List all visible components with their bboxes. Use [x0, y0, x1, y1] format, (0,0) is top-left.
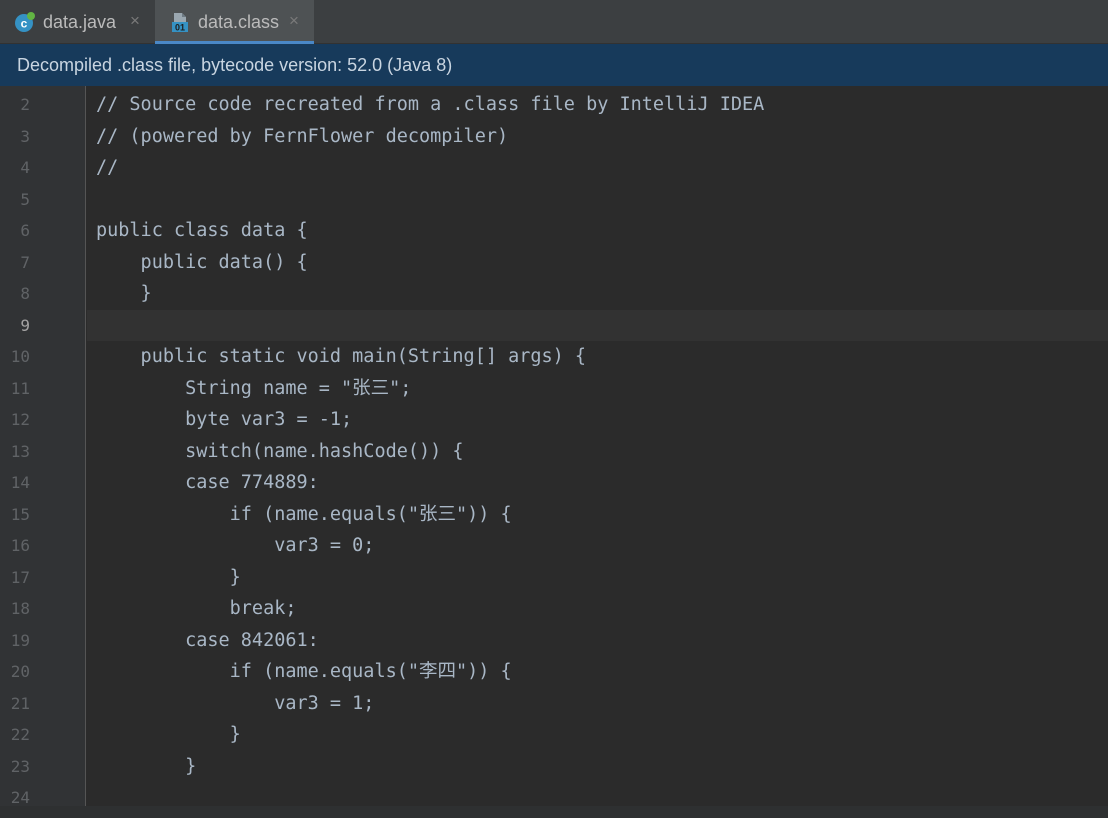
code-text: } [96, 724, 241, 745]
svg-text:c: c [21, 17, 28, 31]
code-text: byte var3 = -1; [96, 409, 353, 430]
line-number: 21 [10, 693, 30, 713]
line-number: 10 [10, 347, 30, 366]
line-number: 9 [20, 315, 30, 335]
code-text: break; [96, 598, 297, 619]
code-line[interactable]: var3 = 1; [87, 688, 1108, 720]
java-class-icon: c [14, 11, 36, 33]
code-text: if (name.equals("李四")) { [96, 661, 512, 682]
line-number: 14 [10, 473, 30, 492]
code-editor[interactable]: // Source code recreated from a .class f… [87, 86, 1108, 818]
class-file-icon: 01 [169, 11, 191, 33]
close-icon[interactable]: × [130, 12, 140, 30]
horizontal-scrollbar[interactable] [0, 806, 1108, 818]
code-line[interactable]: // (powered by FernFlower decompiler) [87, 121, 1108, 153]
code-line[interactable]: switch(name.hashCode()) { [87, 436, 1108, 468]
line-number: 12 [10, 410, 30, 429]
line-number: 22 [10, 725, 30, 744]
line-number: 2 [20, 95, 30, 114]
code-line[interactable]: var3 = 0; [87, 530, 1108, 562]
code-line[interactable]: byte var3 = -1; [87, 404, 1108, 436]
code-line[interactable]: } [87, 278, 1108, 310]
code-line[interactable]: if (name.equals("李四")) { [87, 656, 1108, 688]
code-text: String name = "张三"; [96, 377, 412, 399]
line-number: 13 [10, 441, 30, 461]
tab-label: data.java [43, 11, 117, 32]
code-text: if (name.equals("张三")) { [96, 503, 512, 525]
code-line[interactable]: if (name.equals("张三")) { [87, 499, 1108, 531]
code-text: case 842061: [96, 629, 319, 651]
line-number: 6 [20, 221, 30, 240]
code-text: } [96, 755, 197, 777]
code-line[interactable]: public data() { [87, 247, 1108, 279]
code-line[interactable]: } [87, 719, 1108, 751]
code-text: public class data { [96, 220, 308, 241]
line-number: 5 [20, 189, 30, 209]
line-number-gutter: 2 3 4 5 6 7 8 9 10 11 12 13 14 15 16 17 18 19 20 21 22 23 24 [0, 86, 86, 818]
line-number: 7 [20, 252, 30, 272]
code-text: var3 = 1; [96, 692, 375, 714]
line-number: 20 [10, 662, 30, 681]
code-line[interactable]: public class data { [87, 215, 1108, 247]
editor-tab-bar: c data.java × 01 data.class × [0, 0, 1108, 44]
code-line[interactable]: public static void main(String[] args) { [87, 341, 1108, 373]
decompiled-banner: Decompiled .class file, bytecode version… [0, 44, 1108, 86]
code-text: switch(name.hashCode()) { [96, 440, 464, 462]
code-text: // (powered by FernFlower decompiler) [96, 125, 509, 147]
code-text: public data() { [96, 251, 308, 273]
tab-data-class[interactable]: 01 data.class × [155, 0, 314, 44]
tab-data-java[interactable]: c data.java × [0, 0, 155, 44]
code-text: } [96, 283, 152, 304]
code-text: var3 = 0; [96, 535, 375, 556]
code-text: public static void main(String[] args) { [96, 346, 587, 367]
code-line[interactable]: case 842061: [87, 625, 1108, 657]
line-number: 8 [20, 284, 30, 303]
line-number: 23 [10, 756, 30, 776]
line-number: 17 [10, 567, 30, 587]
code-text: } [96, 566, 241, 588]
line-number: 16 [10, 536, 30, 555]
line-number: 4 [20, 158, 30, 177]
code-text: // Source code recreated from a .class f… [96, 94, 765, 115]
close-icon[interactable]: × [289, 12, 299, 30]
code-line[interactable]: // Source code recreated from a .class f… [87, 89, 1108, 121]
line-number: 19 [10, 630, 30, 650]
code-line[interactable] [87, 184, 1108, 216]
code-line[interactable]: } [87, 751, 1108, 783]
tab-label: data.class [198, 11, 280, 32]
code-line[interactable]: case 774889: [87, 467, 1108, 499]
code-text: // [96, 157, 119, 178]
line-number: 15 [10, 504, 30, 524]
code-line[interactable]: } [87, 562, 1108, 594]
code-line[interactable]: break; [87, 593, 1108, 625]
line-number: 3 [20, 126, 30, 146]
banner-text: Decompiled .class file, bytecode version… [17, 54, 453, 75]
line-number: 18 [10, 599, 30, 618]
code-line[interactable]: // [87, 152, 1108, 184]
svg-text:01: 01 [175, 23, 185, 33]
code-text: case 774889: [96, 472, 319, 493]
code-line[interactable] [87, 309, 1108, 341]
code-line[interactable]: String name = "张三"; [87, 373, 1108, 405]
line-number: 11 [10, 378, 30, 398]
